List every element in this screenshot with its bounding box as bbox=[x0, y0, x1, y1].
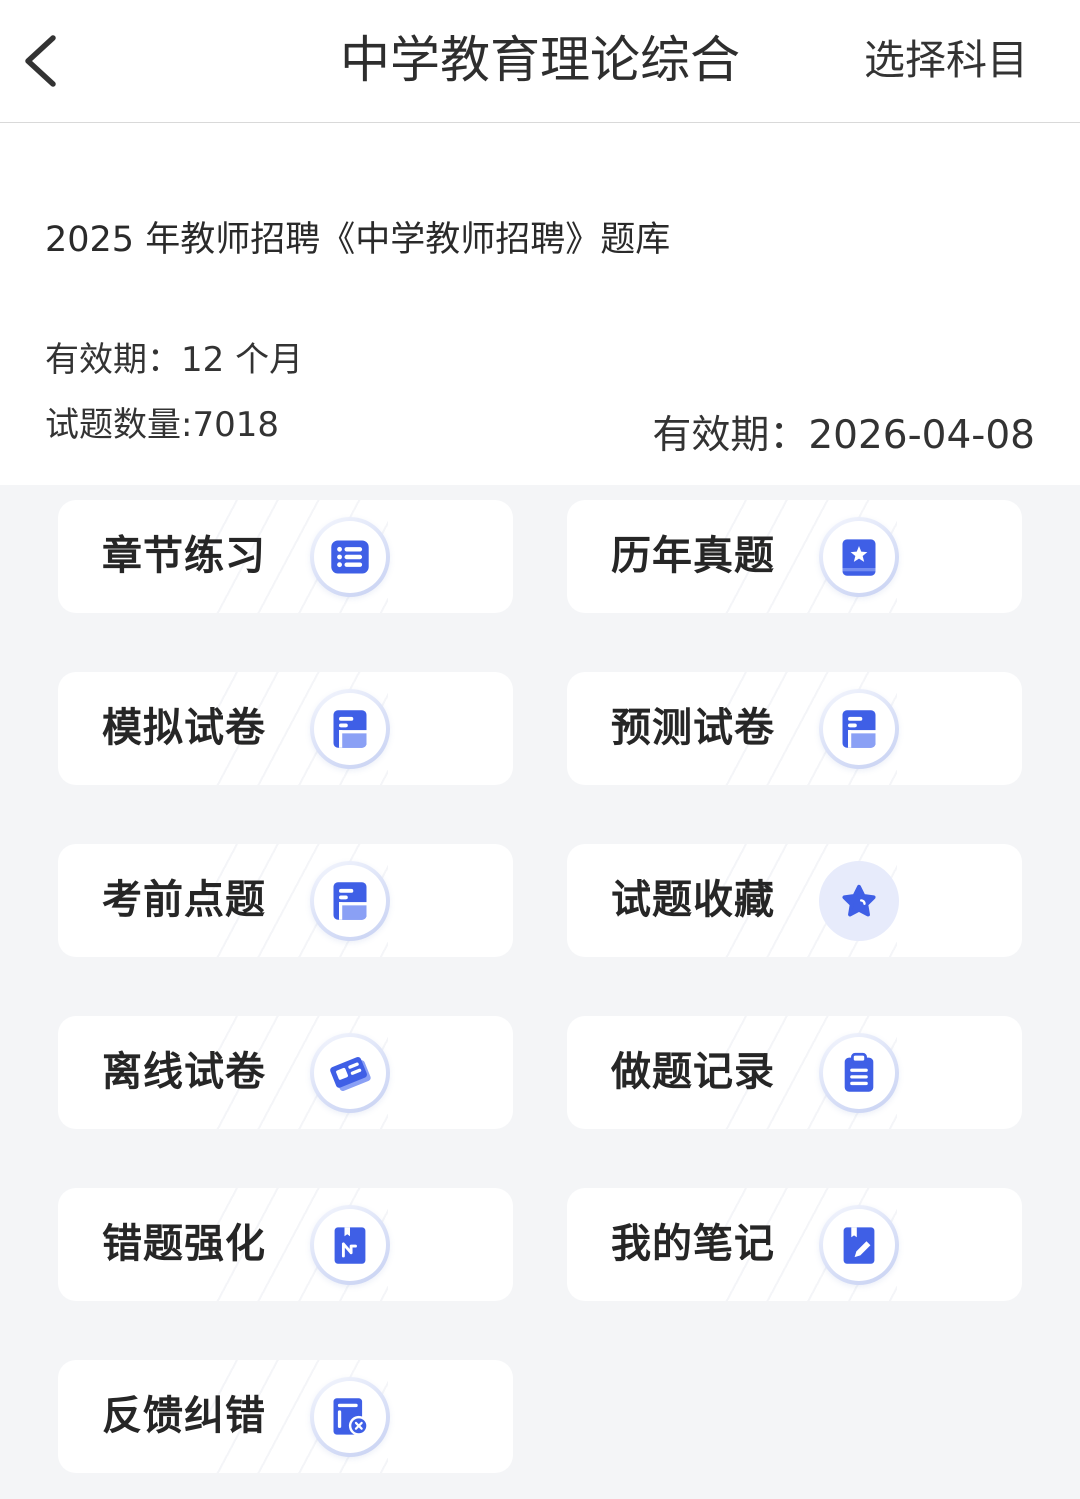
question-bank-name: 2025 年教师招聘《中学教师招聘》题库 bbox=[45, 220, 671, 260]
menu-item-offline-papers[interactable]: 离线试卷 bbox=[58, 1016, 513, 1129]
menu-item-label: 我的笔记 bbox=[611, 1221, 775, 1267]
menu-item-wrong-questions[interactable]: 错题强化 bbox=[58, 1188, 513, 1301]
icon-badge bbox=[819, 1205, 899, 1285]
back-button[interactable] bbox=[20, 33, 60, 89]
menu-item-label: 错题强化 bbox=[102, 1221, 266, 1267]
document-icon bbox=[842, 709, 876, 748]
question-bank-info: 2025 年教师招聘《中学教师招聘》题库 有效期：12 个月 试题数量:7018… bbox=[0, 123, 1080, 485]
clipboard-icon bbox=[844, 1052, 874, 1092]
menu-item-label: 章节练习 bbox=[102, 533, 266, 579]
menu-item-favorites[interactable]: 试题收藏 bbox=[567, 844, 1022, 957]
menu-item-practice-history[interactable]: 做题记录 bbox=[567, 1016, 1022, 1129]
bookmark-icon bbox=[334, 1226, 366, 1264]
menu-item-label: 模拟试卷 bbox=[102, 705, 266, 751]
menu-item-prediction-exam[interactable]: 预测试卷 bbox=[567, 672, 1022, 785]
question-count: 试题数量:7018 bbox=[45, 405, 279, 445]
chevron-left-icon bbox=[25, 35, 56, 87]
menu-item-past-exams[interactable]: 历年真题 bbox=[567, 500, 1022, 613]
icon-badge bbox=[310, 1377, 390, 1457]
icon-badge bbox=[310, 689, 390, 769]
list-icon bbox=[331, 540, 369, 573]
document-icon bbox=[333, 881, 367, 920]
menu-item-label: 做题记录 bbox=[611, 1049, 775, 1095]
page-title: 中学教育理论综合 bbox=[340, 31, 740, 89]
icon-badge bbox=[819, 860, 899, 941]
icon-badge bbox=[310, 1033, 390, 1113]
star-badge-icon bbox=[842, 538, 876, 576]
icon-badge bbox=[310, 861, 390, 941]
validity-period: 有效期：12 个月 bbox=[45, 340, 304, 380]
icon-badge bbox=[819, 689, 899, 769]
feature-grid: 章节练习 历年真题 模拟试卷 预测试卷 考前点题 试题收藏 离线试卷 做题记录 … bbox=[0, 485, 1080, 1499]
menu-item-feedback[interactable]: 反馈纠错 bbox=[58, 1360, 513, 1473]
menu-item-mock-exam[interactable]: 模拟试卷 bbox=[58, 672, 513, 785]
menu-item-label: 反馈纠错 bbox=[102, 1393, 266, 1439]
menu-item-chapter-practice[interactable]: 章节练习 bbox=[58, 500, 513, 613]
select-subject-button[interactable]: 选择科目 bbox=[864, 30, 1028, 90]
menu-item-label: 离线试卷 bbox=[102, 1049, 266, 1095]
document-icon bbox=[333, 709, 367, 748]
icon-badge bbox=[310, 1205, 390, 1285]
icon-badge bbox=[819, 1033, 899, 1113]
menu-item-my-notes[interactable]: 我的笔记 bbox=[567, 1188, 1022, 1301]
expiry-date: 有效期：2026-04-08 bbox=[652, 413, 1035, 458]
icon-badge bbox=[819, 517, 899, 597]
icon-badge bbox=[310, 517, 390, 597]
top-bar: 中学教育理论综合 选择科目 bbox=[0, 0, 1080, 123]
note-edit-icon bbox=[843, 1226, 875, 1264]
menu-item-label: 历年真题 bbox=[611, 533, 775, 579]
star-icon bbox=[842, 884, 876, 916]
menu-item-pre-exam-tips[interactable]: 考前点题 bbox=[58, 844, 513, 957]
menu-item-label: 预测试卷 bbox=[611, 705, 775, 751]
menu-item-label: 考前点题 bbox=[102, 877, 266, 923]
offline-paper-icon bbox=[330, 1056, 371, 1091]
document-error-icon bbox=[333, 1397, 369, 1436]
menu-item-label: 试题收藏 bbox=[611, 877, 775, 923]
